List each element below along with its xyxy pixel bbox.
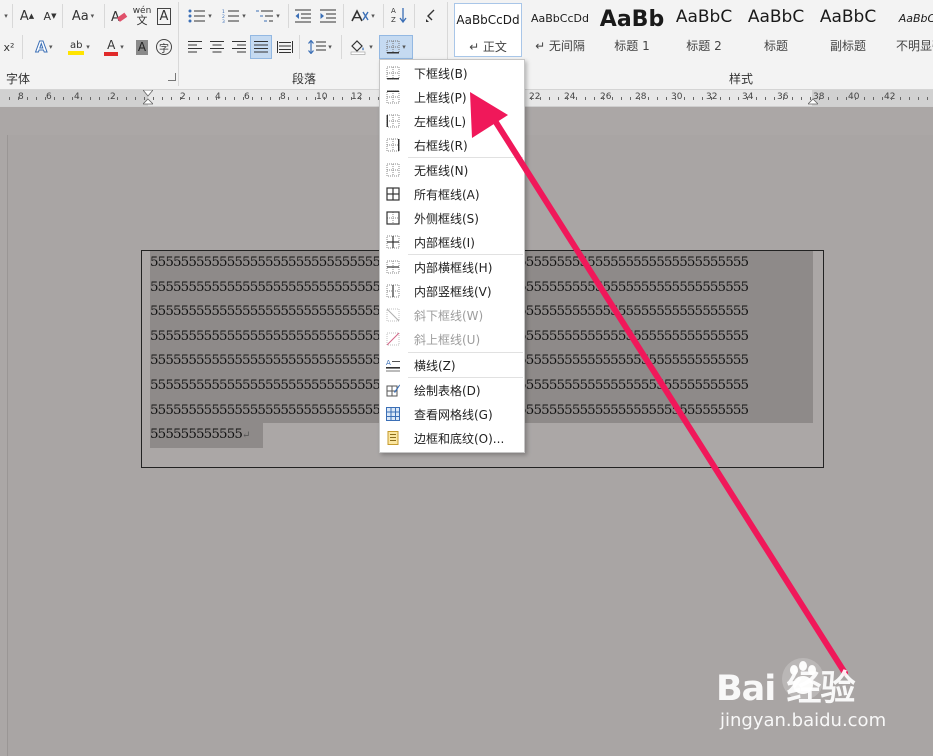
annotation-arrow [470,92,848,676]
baidu-paw-icon [782,658,824,700]
watermark-url: jingyan.baidu.com [720,710,887,731]
baidu-jingyan-watermark: Bai 经验 jingyan.baidu.com [716,648,916,738]
